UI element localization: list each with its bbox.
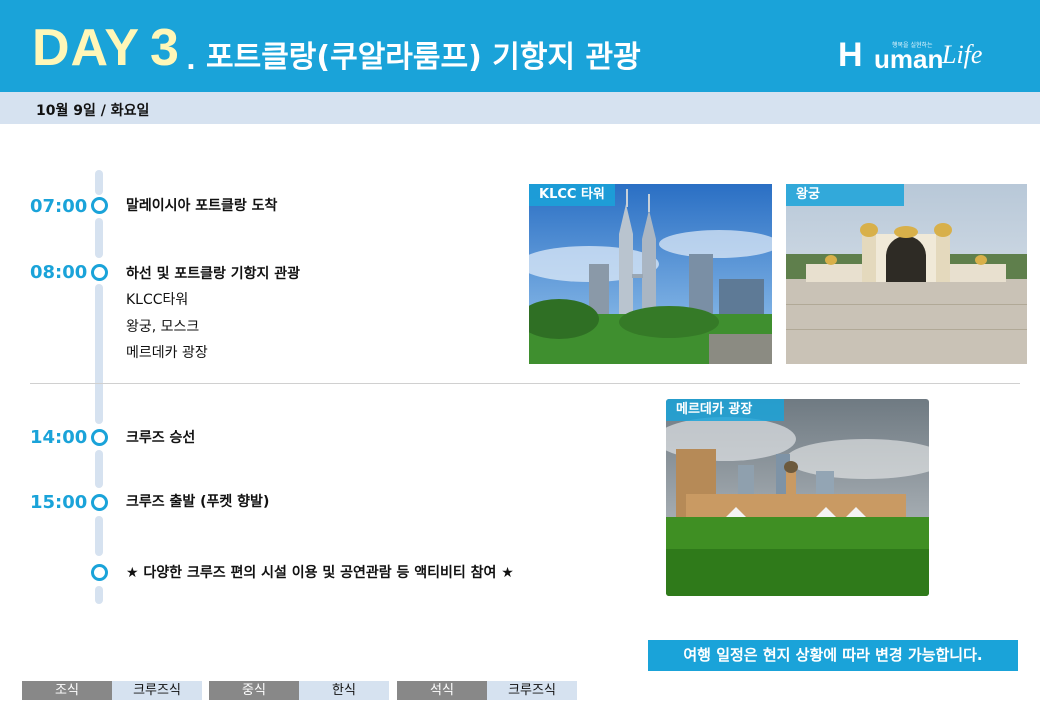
day-label: DAY <box>32 19 141 77</box>
timeline-segment <box>95 450 103 488</box>
day-heading: DAY 3 <box>32 18 180 78</box>
schedule-item-activities: ★ 다양한 크루즈 편의 시설 이용 및 공연관람 등 액티비티 참여 ★ <box>126 565 514 581</box>
timeline-segment <box>95 586 103 604</box>
divider <box>30 383 1020 384</box>
schedule-subitem: 메르데카 광장 <box>126 345 208 361</box>
timeline-node <box>91 197 108 214</box>
meal-value-lunch: 한식 <box>299 681 389 700</box>
schedule-item: 말레이시아 포트클랑 도착 <box>126 198 278 214</box>
schedule-subitem: KLCC타워 <box>126 292 189 308</box>
meal-label-lunch: 중식 <box>209 681 299 700</box>
logo-uman: uman <box>874 44 944 74</box>
header-banner: DAY 3 . 포트클랑(쿠알라룸프) 기항지 관광 H 행복을 실현하는 uma… <box>0 0 1040 92</box>
date-text: 10월 9일 / 화요일 <box>36 103 150 119</box>
timeline-node <box>91 429 108 446</box>
photo-label: 메르데카 광장 <box>666 399 784 421</box>
time-0800: 08:00 <box>30 262 88 283</box>
humanlife-logo: H 행복을 실현하는 uman Life <box>838 38 988 78</box>
timeline-segment <box>95 170 103 195</box>
schedule-item: 크루즈 출발 (푸켓 향발) <box>126 494 270 510</box>
palace-image <box>786 184 1027 364</box>
itinerary-notice: 여행 일정은 현지 상황에 따라 변경 가능합니다. <box>648 640 1018 671</box>
schedule-subitem: 왕궁, 모스크 <box>126 319 200 335</box>
page-title: 포트클랑(쿠알라룸프) 기항지 관광 <box>206 40 641 75</box>
meal-value-breakfast: 크루즈식 <box>112 681 202 700</box>
logo-life: Life <box>942 40 983 69</box>
schedule-item: 하선 및 포트클랑 기항지 관광 <box>126 266 301 282</box>
merdeka-image <box>666 399 929 596</box>
timeline-segment <box>95 218 103 258</box>
meal-label-breakfast: 조식 <box>22 681 112 700</box>
photo-royal-palace: 왕궁 <box>786 184 1027 364</box>
schedule-item: 크루즈 승선 <box>126 430 196 446</box>
photo-label: 왕궁 <box>786 184 904 206</box>
photo-merdeka-square: 메르데카 광장 <box>666 399 929 596</box>
timeline-node <box>91 494 108 511</box>
logo-h: H <box>838 36 863 74</box>
timeline-node <box>91 564 108 581</box>
day-number: 3 <box>150 19 180 77</box>
klcc-image <box>529 184 772 364</box>
date-bar: 10월 9일 / 화요일 <box>0 92 1040 124</box>
time-1400: 14:00 <box>30 427 88 448</box>
meal-value-dinner: 크루즈식 <box>487 681 577 700</box>
timeline-segment <box>95 516 103 556</box>
timeline-segment <box>95 284 103 424</box>
photo-label: KLCC 타워 <box>529 184 615 206</box>
title-dot: . <box>186 46 196 76</box>
timeline-node <box>91 264 108 281</box>
photo-klcc-tower: KLCC 타워 <box>529 184 772 364</box>
meal-label-dinner: 석식 <box>397 681 487 700</box>
time-1500: 15:00 <box>30 492 88 513</box>
time-0700: 07:00 <box>30 196 88 217</box>
